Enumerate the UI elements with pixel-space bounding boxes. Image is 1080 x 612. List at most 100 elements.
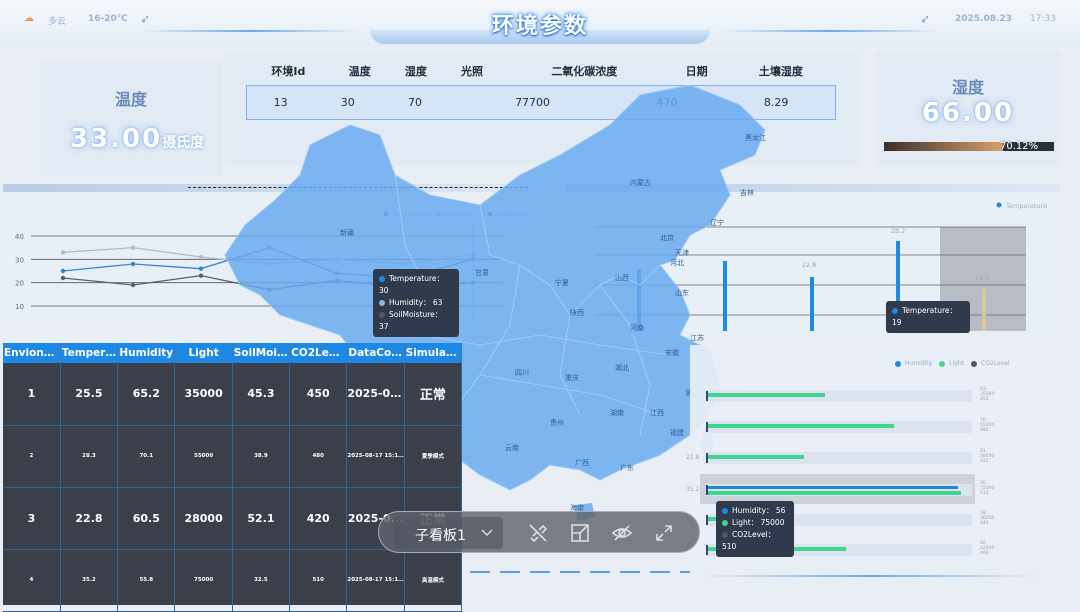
humidity-percent: 70.12% — [1000, 141, 1038, 152]
humidity-point — [131, 245, 135, 249]
map-label: 辽宁 — [710, 218, 724, 227]
col-light: 光照 — [444, 57, 500, 85]
hbar-side-value: 420 — [980, 459, 994, 464]
data-grid-column-header[interactable]: Humidity — [118, 343, 175, 363]
map-label: 黑龙江 — [745, 133, 766, 142]
bar-value-label: 22.8 — [802, 261, 816, 269]
layout-icon[interactable] — [569, 522, 591, 544]
hbar-row[interactable] — [706, 390, 972, 402]
board-select[interactable]: 子看板1 — [393, 517, 503, 549]
data-grid-cell: 25.5 — [60, 363, 117, 425]
line-chart-tooltip: Temperature： 30 Humidity： 63 SoilMoistur… — [373, 269, 459, 337]
hbar-tip-co2: 510 — [722, 542, 736, 551]
humidity-progress-fill — [884, 142, 1003, 151]
soil-point — [199, 273, 203, 277]
map-label: 山西 — [615, 273, 629, 282]
soil-point — [61, 276, 65, 280]
humidity-point — [199, 255, 203, 259]
data-grid-cell: 2025-08-17 15:19... — [347, 549, 404, 611]
header-deco-left — [140, 30, 360, 32]
board-toolbar: 子看板1 — [378, 511, 700, 553]
tooltip-humidity-label: Humidity： — [389, 298, 431, 307]
bar-legend-label: Temperature — [1005, 202, 1047, 210]
chevron-down-icon — [481, 528, 493, 538]
map-label: 广东 — [620, 463, 634, 472]
data-grid-column-header[interactable]: Envionme... — [3, 343, 60, 363]
data-grid-column-header[interactable]: CO2Level — [290, 343, 347, 363]
humidity-card: 湿度 66.00 70.12% — [876, 52, 1060, 166]
feather-icon-right: ➶ — [920, 12, 930, 26]
env-table: 环境Id 温度 湿度 光照 二氧化碳浓度 日期 土壤湿度 — [245, 57, 837, 85]
header-time: 17:33 — [1030, 14, 1056, 24]
data-grid-cell: 65.2 — [118, 363, 175, 425]
hbar-light-bar — [708, 455, 804, 459]
data-grid-cell: 正常 — [404, 363, 461, 425]
data-grid-cell: 55000 — [175, 425, 232, 487]
temperature-point — [61, 269, 65, 273]
map-label: 河北 — [670, 259, 684, 267]
hbar-row[interactable] — [706, 452, 972, 464]
map-label: 重庆 — [565, 373, 579, 382]
data-grid-cell: 1 — [3, 363, 60, 425]
bar-tooltip-label: Temperature： — [902, 306, 957, 315]
hbar-side-values: 7055000480 — [980, 418, 994, 433]
data-grid-header: Envionme...Temperatu...HumidityLightSoil… — [3, 343, 462, 363]
hbar-tip-co2-label: CO2Level： — [732, 530, 775, 539]
line-ytick-label: 10 — [15, 303, 24, 311]
hbar-co2-bar — [706, 453, 708, 463]
weather-icon: ☁ — [24, 13, 34, 24]
hbar-row[interactable] — [706, 484, 972, 496]
hbar-row[interactable] — [706, 421, 972, 433]
map-label: 四川 — [515, 369, 529, 377]
hbar-side-value: 440 — [980, 521, 994, 526]
col-humidity: 湿度 — [388, 57, 444, 85]
data-grid: Envionme...Temperatu...HumidityLightSoil… — [3, 343, 462, 605]
data-grid-cell: 70.1 — [118, 425, 175, 487]
hbar-humidity-bar — [708, 486, 958, 489]
tooltip-soil-label: SoilMoisture： — [389, 310, 442, 319]
data-grid-row[interactable]: 435.255.87500032.55102025-08-17 15:19...… — [3, 549, 462, 611]
data-grid-column-header[interactable]: DataColle... — [347, 343, 404, 363]
data-grid-cell: 35.2 — [60, 549, 117, 611]
map-label: 湖南 — [610, 408, 624, 417]
data-grid-row[interactable]: 125.565.23500045.34502025-08-...正常 — [3, 363, 462, 425]
map-label: 福建 — [670, 428, 684, 437]
data-grid-cell: 38.9 — [232, 425, 289, 487]
hbar-side-values: 6335000450 — [980, 387, 994, 402]
tooltip-humidity-value: 63 — [433, 298, 443, 307]
bar-value-label: 28.2 — [891, 227, 905, 235]
tooltip-temp-label: Temperature： — [389, 274, 444, 283]
hbar-co2-bar — [706, 422, 708, 432]
hbar-tip-humidity: 56 — [776, 506, 786, 515]
expand-icon[interactable] — [653, 522, 675, 544]
map-label: 江苏 — [690, 333, 704, 342]
map-label: 湖北 — [615, 363, 629, 372]
hide-icon[interactable] — [611, 522, 633, 544]
humidity-value: 66.00 — [876, 98, 1060, 128]
bar-legend-dot — [997, 203, 1002, 208]
env-table-header: 环境Id 温度 湿度 光照 二氧化碳浓度 日期 土壤湿度 — [245, 57, 837, 85]
data-grid-cell: 2025-08-17 15:19... — [347, 425, 404, 487]
hbar-side-value: 460 — [980, 551, 994, 556]
hbar-row-label: 35.2 — [686, 486, 699, 493]
temperature-card: 温度 33.00摄氏度 — [40, 62, 222, 176]
hbar-light-bar — [708, 424, 894, 428]
data-grid-cell: 4 — [3, 549, 60, 611]
data-grid-column-header[interactable]: Simulatio... — [404, 343, 461, 363]
hbar-side-values: 6042000460 — [980, 541, 994, 556]
data-grid-column-header[interactable]: SoilMoist... — [232, 343, 289, 363]
hbar-side-value: 450 — [980, 397, 994, 402]
map-label: 河南 — [630, 323, 644, 332]
hbar-co2-bar — [706, 515, 708, 525]
data-grid-row[interactable]: 228.370.15500038.94802025-08-17 15:19...… — [3, 425, 462, 487]
data-grid-cell: 28.3 — [60, 425, 117, 487]
col-soil: 土壤湿度 — [725, 57, 837, 85]
bottom-deco-right — [700, 575, 1040, 577]
hbar-row-label: 22.8 — [686, 454, 699, 461]
data-grid-cell: 510 — [290, 549, 347, 611]
no-link-icon[interactable] — [527, 522, 549, 544]
data-grid-column-header[interactable]: Light — [175, 343, 232, 363]
hbar-side-value: 510 — [980, 491, 994, 496]
map-label: 山东 — [675, 288, 689, 297]
data-grid-column-header[interactable]: Temperatu... — [60, 343, 117, 363]
